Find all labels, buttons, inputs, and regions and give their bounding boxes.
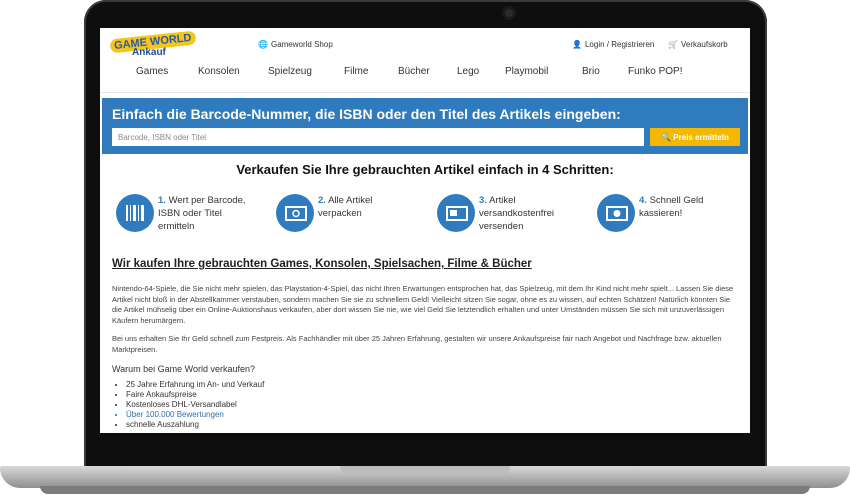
step-4-text: 4. Schnell Geld kassieren! bbox=[639, 194, 739, 220]
step-1-label: Wert per Barcode, ISBN oder Titel ermitt… bbox=[158, 195, 246, 232]
nav-divider bbox=[100, 92, 750, 93]
nav-item-games[interactable]: Games bbox=[136, 66, 168, 77]
browser-screen: GAME WORLD Ankauf 🌐 Gameworld Shop 👤 Login… bbox=[100, 28, 750, 433]
package-icon bbox=[276, 194, 314, 232]
step-1-text: 1. Wert per Barcode, ISBN oder Titel erm… bbox=[158, 194, 258, 233]
site-header: GAME WORLD Ankauf 🌐 Gameworld Shop 👤 Login… bbox=[100, 28, 750, 62]
reviews-link[interactable]: Über 100.000 Bewertungen bbox=[126, 410, 264, 420]
step-3-number: 3. bbox=[479, 195, 487, 206]
logo-text-bottom: Ankauf bbox=[132, 47, 166, 58]
step-3-text: 3. Artikel versandkostenfrei versenden bbox=[479, 194, 579, 233]
why-list: 25 Jahre Erfahrung im An- und Verkauf Fa… bbox=[118, 380, 264, 430]
shop-link-label: Gameworld Shop bbox=[270, 40, 333, 49]
login-link-label: Login / Registrieren bbox=[584, 40, 655, 49]
webcam-icon bbox=[502, 6, 516, 20]
barcode-icon bbox=[116, 194, 154, 232]
search-icon: 🔍 bbox=[661, 133, 674, 142]
nav-item-brio[interactable]: Brio bbox=[582, 66, 600, 77]
list-item: Kostenloses DHL-Versandlabel bbox=[126, 400, 264, 410]
user-icon: 👤 bbox=[572, 40, 582, 49]
step-4-number: 4. bbox=[639, 195, 647, 206]
price-search-button[interactable]: 🔍 Preis ermitteln bbox=[650, 128, 740, 146]
shipping-icon bbox=[437, 194, 475, 232]
nav-item-filme[interactable]: Filme bbox=[344, 66, 368, 77]
step-2-text: 2. Alle Artikel verpacken bbox=[318, 194, 418, 220]
nav-item-konsolen[interactable]: Konsolen bbox=[198, 66, 240, 77]
list-item: Faire Ankaufspreise bbox=[126, 390, 264, 400]
login-link[interactable]: 👤 Login / Registrieren bbox=[572, 40, 654, 49]
price-paragraph: Bei uns erhalten Sie Ihr Geld schnell zu… bbox=[112, 334, 722, 354]
nav-item-lego[interactable]: Lego bbox=[457, 66, 479, 77]
search-input[interactable] bbox=[112, 128, 644, 146]
cart-icon: 🛒 bbox=[668, 40, 678, 49]
list-item: 25 Jahre Erfahrung im An- und Verkauf bbox=[126, 380, 264, 390]
nav-item-playmobil[interactable]: Playmobil bbox=[505, 66, 548, 77]
content-heading: Wir kaufen Ihre gebrauchten Games, Konso… bbox=[112, 258, 532, 270]
search-panel: Einfach die Barcode-Nummer, die ISBN ode… bbox=[102, 98, 748, 154]
nav-item-funko[interactable]: Funko POP! bbox=[628, 66, 682, 77]
money-icon bbox=[597, 194, 635, 232]
laptop-foot bbox=[40, 486, 810, 494]
step-2-number: 2. bbox=[318, 195, 326, 206]
step-3-label: Artikel versandkostenfrei versenden bbox=[479, 195, 554, 232]
cart-link-label: Verkaufskorb bbox=[680, 40, 728, 49]
step-1-number: 1. bbox=[158, 195, 166, 206]
steps-heading: Verkaufen Sie Ihre gebrauchten Artikel e… bbox=[236, 162, 614, 177]
laptop-notch bbox=[340, 466, 510, 476]
why-heading: Warum bei Game World verkaufen? bbox=[112, 364, 256, 374]
globe-icon: 🌐 bbox=[258, 40, 268, 49]
shop-link[interactable]: 🌐 Gameworld Shop bbox=[258, 40, 333, 49]
search-title: Einfach die Barcode-Nummer, die ISBN ode… bbox=[112, 106, 621, 122]
intro-paragraph: Nintendo-64-Spiele, die Sie nicht mehr s… bbox=[112, 284, 734, 325]
step-4-label: Schnell Geld kassieren! bbox=[639, 195, 704, 219]
nav-item-spielzeug[interactable]: Spielzeug bbox=[268, 66, 312, 77]
step-2-label: Alle Artikel verpacken bbox=[318, 195, 373, 219]
price-search-button-label: Preis ermitteln bbox=[673, 133, 729, 142]
nav-item-buecher[interactable]: Bücher bbox=[398, 66, 430, 77]
cart-link[interactable]: 🛒 Verkaufskorb bbox=[668, 40, 728, 49]
main-nav: Games Konsolen Spielzeug Filme Bücher Le… bbox=[100, 64, 750, 84]
gameworld-logo[interactable]: GAME WORLD Ankauf bbox=[109, 30, 197, 59]
list-item: schnelle Auszahlung bbox=[126, 420, 264, 430]
